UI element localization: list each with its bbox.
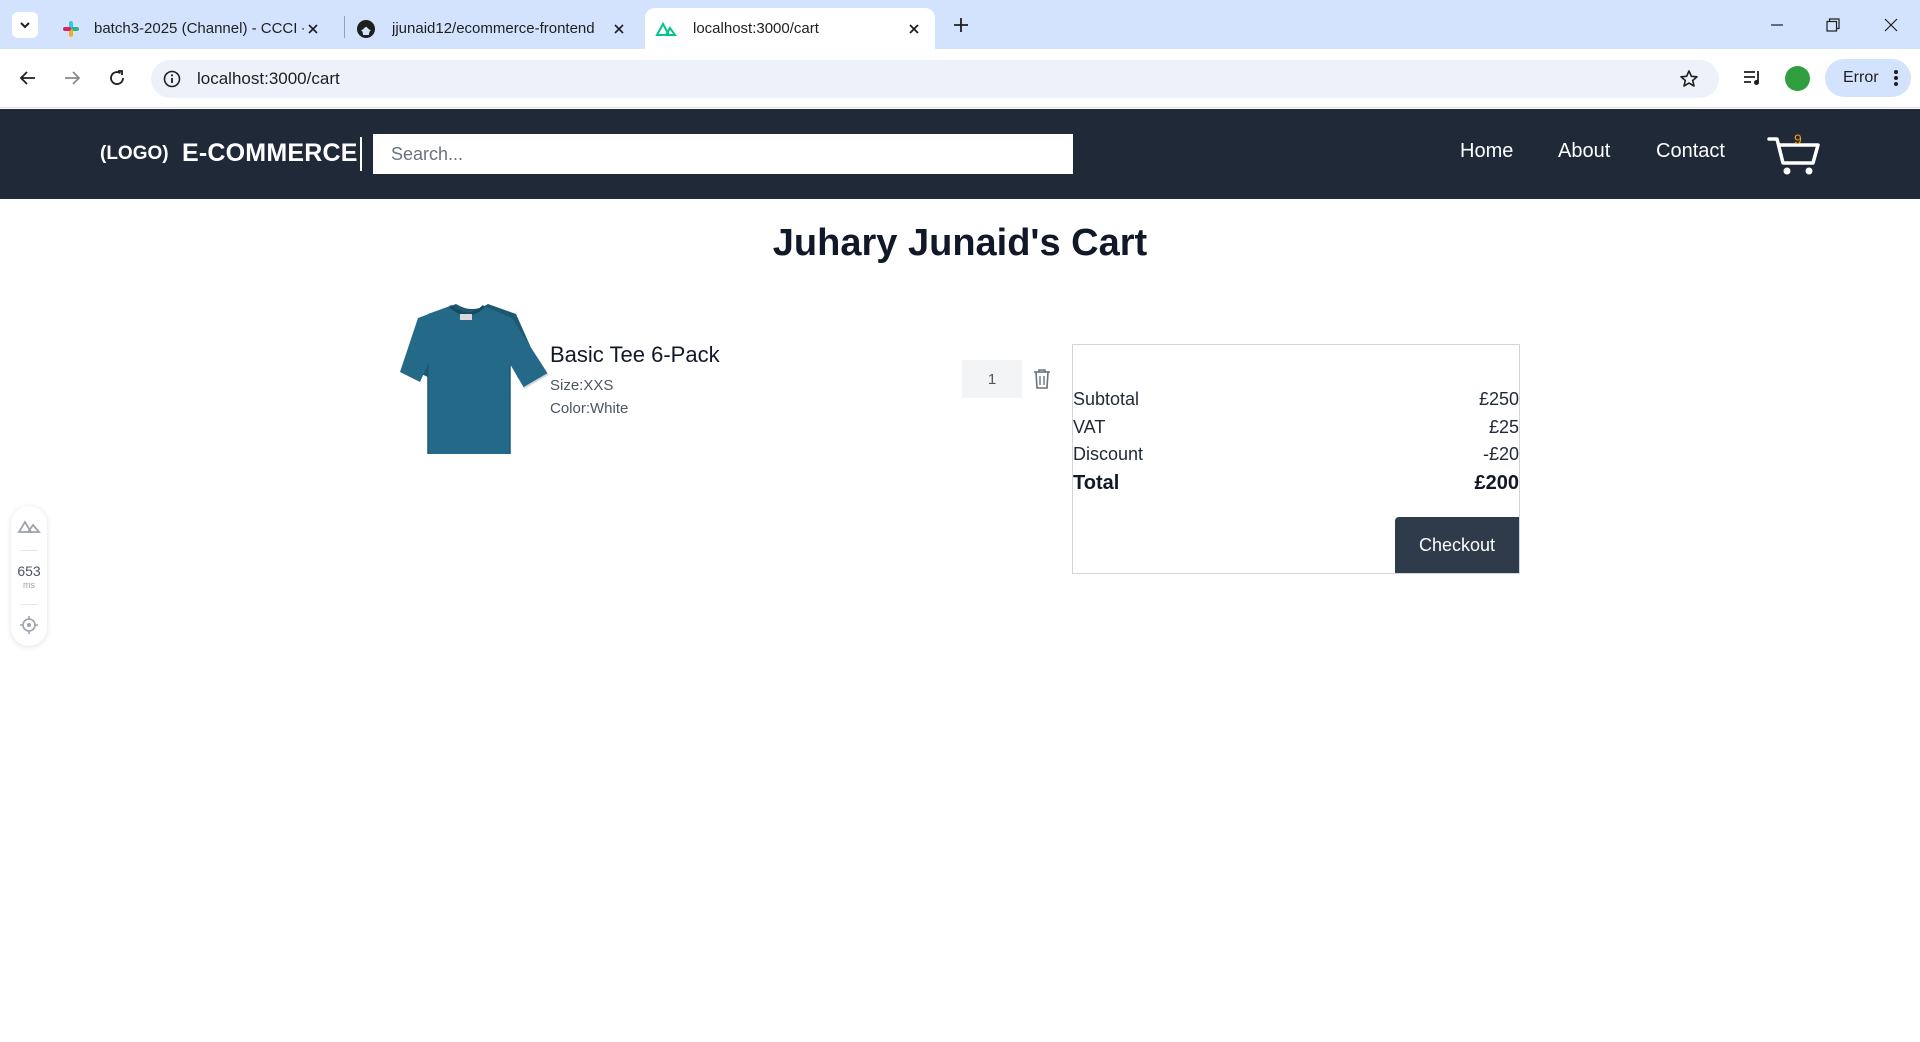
product-image[interactable] <box>398 300 550 458</box>
address-bar[interactable]: localhost:3000/cart <box>151 60 1719 98</box>
summary-value: £25 <box>1488 417 1519 437</box>
product-name[interactable]: Basic Tee 6-Pack <box>550 342 720 368</box>
browser-tabstrip: batch3-2025 (Channel) - CCCI - jjunaid12… <box>0 0 1920 49</box>
github-icon <box>357 19 375 38</box>
brand-name[interactable]: E-COMMERCE <box>182 139 358 168</box>
summary-label: VAT <box>1073 417 1106 437</box>
url-text: localhost:3000/cart <box>197 69 340 88</box>
summary-row-subtotal: Subtotal £250 <box>1073 389 1519 410</box>
browser-error-button[interactable]: Error <box>1825 59 1911 97</box>
tab-localhost-cart[interactable]: localhost:3000/cart <box>645 8 935 49</box>
close-icon[interactable] <box>304 20 322 38</box>
total-label: Total <box>1073 472 1120 494</box>
minimize-button[interactable] <box>1762 10 1792 40</box>
summary-row-vat: VAT £25 <box>1073 417 1519 438</box>
divider <box>20 550 38 551</box>
arrow-right-icon <box>65 71 81 85</box>
back-button[interactable] <box>11 61 45 95</box>
nav-contact[interactable]: Contact <box>1656 140 1725 163</box>
devtools-panel: 653 ms <box>11 506 47 646</box>
tab-title: localhost:3000/cart <box>693 20 819 37</box>
restore-icon <box>1826 18 1840 32</box>
cart-button[interactable]: 9 <box>1767 131 1821 177</box>
plus-icon <box>954 18 968 32</box>
bookmark-star-icon[interactable] <box>1679 69 1699 89</box>
arrow-left-icon <box>19 71 35 85</box>
tab-title: batch3-2025 (Channel) - CCCI - <box>94 20 304 37</box>
summary-value: £250 <box>1478 389 1519 409</box>
close-icon[interactable] <box>905 20 923 38</box>
cart-count-badge: 9 <box>1794 131 1802 147</box>
summary-value: -£20 <box>1482 444 1519 464</box>
forward-button[interactable] <box>55 61 89 95</box>
nav-about[interactable]: About <box>1558 140 1610 163</box>
nuxt-devtools-icon[interactable] <box>17 518 41 534</box>
tab-search-button[interactable] <box>12 12 38 38</box>
profile-avatar[interactable] <box>1785 66 1810 91</box>
render-time[interactable]: 653 ms <box>11 564 47 592</box>
minimize-icon <box>1771 24 1783 26</box>
total-value: £200 <box>1474 472 1520 494</box>
new-tab-button[interactable] <box>948 12 974 38</box>
media-queue-icon <box>1744 71 1759 85</box>
nav-home[interactable]: Home <box>1460 140 1513 163</box>
logo[interactable]: (LOGO) <box>100 143 169 165</box>
render-time-value: 653 <box>17 563 41 579</box>
summary-label: Subtotal <box>1073 389 1140 409</box>
site-header: (LOGO) E-COMMERCE Home About Contact 9 <box>0 109 1920 199</box>
order-summary: Subtotal £250 VAT £25 Discount -£20 Tota… <box>1072 344 1520 574</box>
media-control-button[interactable] <box>1741 66 1765 90</box>
tab-title: jjunaid12/ecommerce-frontend <box>392 20 595 37</box>
restore-button[interactable] <box>1818 10 1848 40</box>
divider <box>20 604 38 605</box>
close-window-button[interactable] <box>1876 10 1906 40</box>
reload-icon <box>110 70 124 85</box>
product-size: Size:XXS <box>550 377 614 394</box>
search-input[interactable] <box>373 134 1073 174</box>
reload-button[interactable] <box>100 61 134 95</box>
error-label: Error <box>1843 69 1879 86</box>
summary-label: Discount <box>1073 444 1144 464</box>
slack-icon <box>63 20 79 37</box>
info-icon[interactable] <box>163 70 181 88</box>
product-color: Color:White <box>550 400 629 417</box>
tab-github[interactable]: jjunaid12/ecommerce-frontend <box>348 8 640 49</box>
brand-divider <box>360 137 362 171</box>
browser-toolbar: localhost:3000/cart <box>0 49 1920 108</box>
page-title: Juhary Junaid's Cart <box>772 222 1148 264</box>
close-icon <box>1884 18 1898 32</box>
tab-separator <box>344 16 345 38</box>
close-icon[interactable] <box>610 20 628 38</box>
nuxt-icon <box>655 21 677 36</box>
render-time-unit: ms <box>23 580 35 590</box>
checkout-button[interactable]: Checkout <box>1395 517 1519 573</box>
quantity-input[interactable] <box>962 360 1022 398</box>
crosshair-icon[interactable] <box>20 616 38 634</box>
chevron-down-icon <box>20 22 30 29</box>
trash-icon[interactable] <box>1033 368 1051 390</box>
summary-row-discount: Discount -£20 <box>1073 444 1519 465</box>
more-vertical-icon <box>1894 70 1898 86</box>
tab-slack[interactable]: batch3-2025 (Channel) - CCCI - <box>54 8 334 49</box>
summary-row-total: Total £200 <box>1073 472 1519 495</box>
